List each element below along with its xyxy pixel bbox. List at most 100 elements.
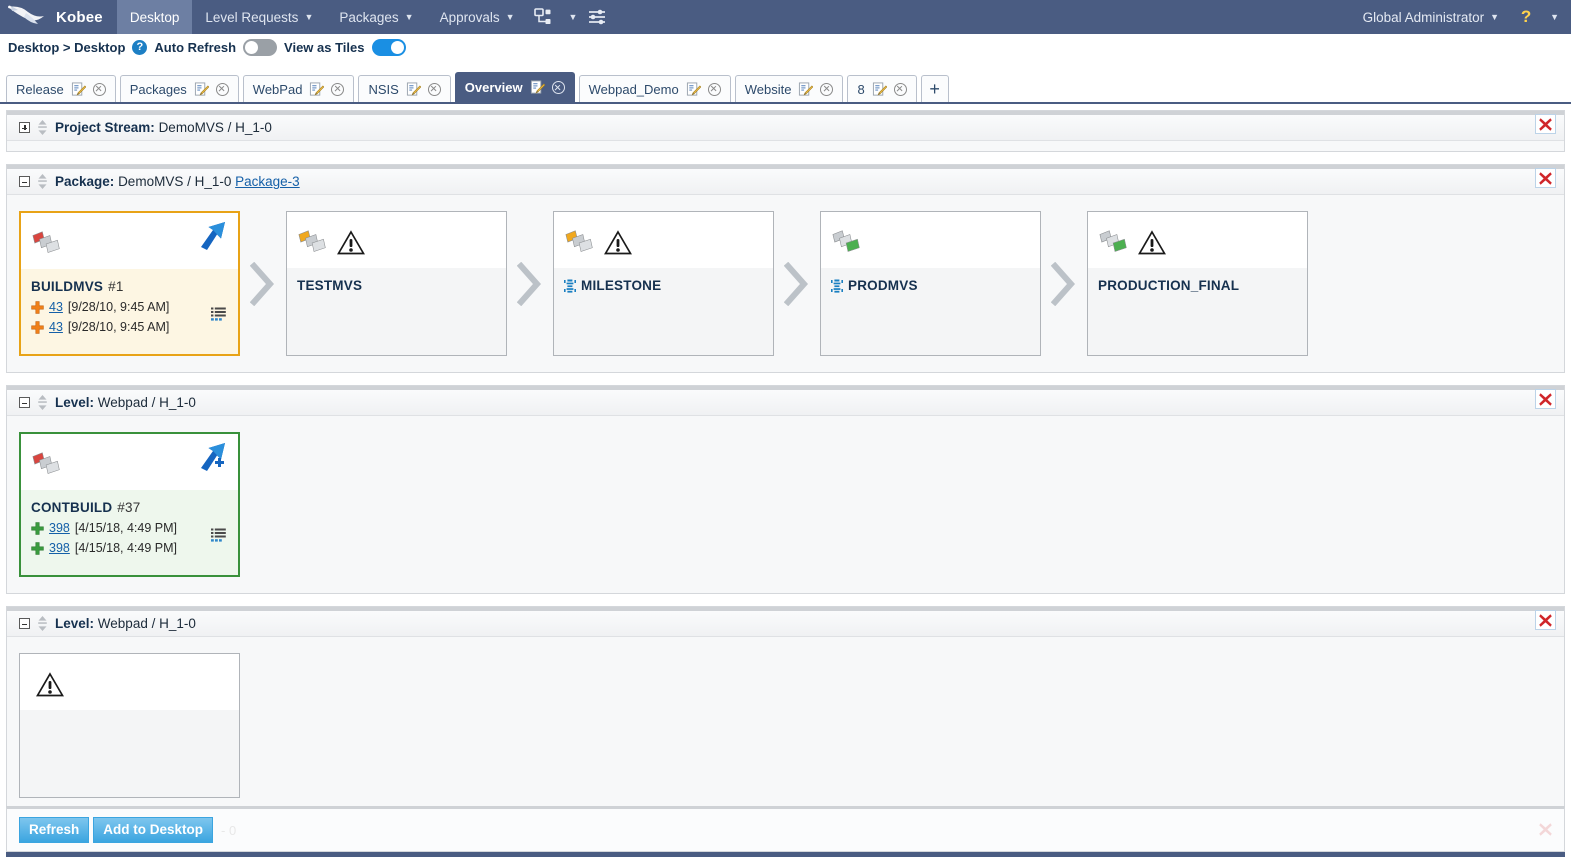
tab-overview[interactable]: Overview [454,72,575,102]
tile-detail-count-link[interactable]: 43 [49,300,63,314]
tab-close-icon[interactable] [707,82,721,96]
tab-release[interactable]: Release [6,75,116,102]
add-tab-button[interactable]: + [920,75,949,102]
tab-packages[interactable]: Packages [119,75,239,102]
plus-orange-icon [31,320,44,334]
tile-detail-timestamp: [4/15/18, 4:49 PM] [74,521,178,535]
tab-close-icon[interactable] [893,82,907,96]
tab-close-icon[interactable] [215,82,229,96]
tile-contbuild[interactable]: CONTBUILD #37 398 [4/15/18, 4:49 PM] 398 [4/1… [19,432,240,577]
chevron-down-icon: ▼ [404,11,414,22]
panel-header: Package: DemoMVS / H_1-0 Package-3 [7,169,1564,195]
tile-detail-count-link[interactable]: 43 [49,320,63,334]
tab-label: NSIS [368,81,399,97]
tile-name-label: MILESTONE [581,278,662,293]
panel-expander-plus[interactable] [19,122,30,133]
panel-expander-minus[interactable] [19,618,30,629]
nav-item-level-requests[interactable]: Level Requests ▼ [192,0,326,34]
warning-triangle-icon [1138,230,1166,255]
tab-close-icon[interactable] [331,82,345,96]
help-dropdown[interactable]: ▼ [1540,0,1571,34]
tile-separator [1041,211,1087,356]
tile-detail-line: 398 [4/15/18, 4:49 PM] [31,521,228,542]
warning-triangle-icon [604,230,632,255]
tab-webpad-demo[interactable]: Webpad_Demo [578,75,731,102]
nav-item-packages[interactable]: Packages ▼ [326,0,426,34]
tab-webpad[interactable]: WebPad [242,75,355,102]
panel-title-link[interactable]: Package-3 [235,174,300,189]
remove-panel-icon-faded[interactable] [1535,819,1556,839]
tile-body: CONTBUILD #37 398 [4/15/18, 4:49 PM] 398 [4/1… [21,490,238,575]
tile-icon-area [821,212,1040,268]
refresh-button[interactable]: Refresh [19,817,90,843]
nav-sitemap-button[interactable] [528,0,559,34]
sitemap-icon [533,8,551,24]
tab-close-icon[interactable] [427,82,441,96]
tile-row [7,637,1564,814]
red-x-icon [1539,613,1552,627]
tab-close-icon[interactable] [551,81,565,94]
tab-label: Release [16,81,64,97]
help-circle-icon[interactable]: ? [132,40,148,55]
tab-website[interactable]: Website [734,75,844,102]
help-button[interactable]: ? [1512,0,1540,34]
milestone-marker-icon [831,279,843,293]
tab-nsis[interactable]: NSIS [358,75,451,102]
tab-close-icon[interactable] [92,82,106,96]
tile-name: BUILDMVS #1 [31,279,228,294]
red-x-icon [1539,171,1552,185]
tab-label: 8 [857,81,865,97]
red-x-icon [1539,822,1552,836]
remove-panel-button[interactable] [1535,114,1556,134]
panel-expander-minus[interactable] [19,176,30,187]
note-pencil-icon [406,81,421,96]
nav-item-desktop[interactable]: Desktop [116,0,193,34]
hummingbird-logo-icon [8,5,44,24]
tile-empty[interactable] [19,653,240,798]
tile-buildmvs[interactable]: BUILDMVS #1 43 [9/28/10, 9:45 AM] 43 [9/28/10… [19,211,240,356]
nav-settings-button[interactable] [581,0,613,34]
nav-item-approvals[interactable]: Approvals ▼ [427,0,528,34]
tile-body: PRODUCTION_FINAL [1088,268,1307,355]
remove-panel-button[interactable] [1535,168,1556,188]
auto-refresh-toggle[interactable] [243,39,278,56]
tile-icon-area [21,434,238,490]
red-x-icon [1539,117,1552,131]
chevron-down-icon: ▼ [1490,11,1500,22]
tile-separator [240,211,286,356]
app-logo[interactable] [0,0,52,34]
tile-build-number: #37 [117,500,141,515]
list-details-icon [211,307,226,321]
note-pencil-icon [71,81,86,96]
add-to-desktop-button[interactable]: Add to Desktop [93,817,214,843]
tile-milestone[interactable]: MILESTONE [553,211,774,356]
tab-8[interactable]: 8 [847,75,917,102]
remove-panel-button[interactable] [1535,389,1556,409]
panel-header: Project Stream: DemoMVS / H_1-0 [7,115,1564,141]
tab-label: WebPad [252,81,303,97]
tile-icon-area [1088,212,1307,268]
view-as-tiles-toggle[interactable] [371,39,406,56]
nav-item-packages-label: Packages [339,9,399,25]
layers-red-icon [32,231,60,253]
tab-close-icon[interactable] [820,82,834,96]
panel-title-prefix: Level: [55,616,95,631]
tile-prodmvs[interactable]: PRODMVS [820,211,1041,356]
tile-icon-area [287,212,506,268]
tile-production_final[interactable]: PRODUCTION_FINAL [1087,211,1308,356]
tile-testmvs[interactable]: TESTMVS [286,211,507,356]
view-as-tiles-label: View as Tiles [284,40,365,55]
panel-expander-minus[interactable] [19,397,30,408]
move-updown-icon [38,395,47,410]
tile-name: PRODMVS [831,278,1030,293]
plus-orange-icon [31,300,44,314]
tab-label: Webpad_Demo [588,81,679,97]
note-pencil-icon [530,80,545,94]
toggle-knob [390,41,404,54]
remove-panel-button[interactable] [1535,610,1556,630]
tile-detail-count-link[interactable]: 398 [49,521,70,535]
sliders-settings-icon [589,9,606,25]
nav-sitemap-dropdown[interactable]: ▼ [559,0,582,34]
tile-detail-count-link[interactable]: 398 [49,541,70,555]
user-menu[interactable]: Global Administrator ▼ [1350,0,1512,34]
